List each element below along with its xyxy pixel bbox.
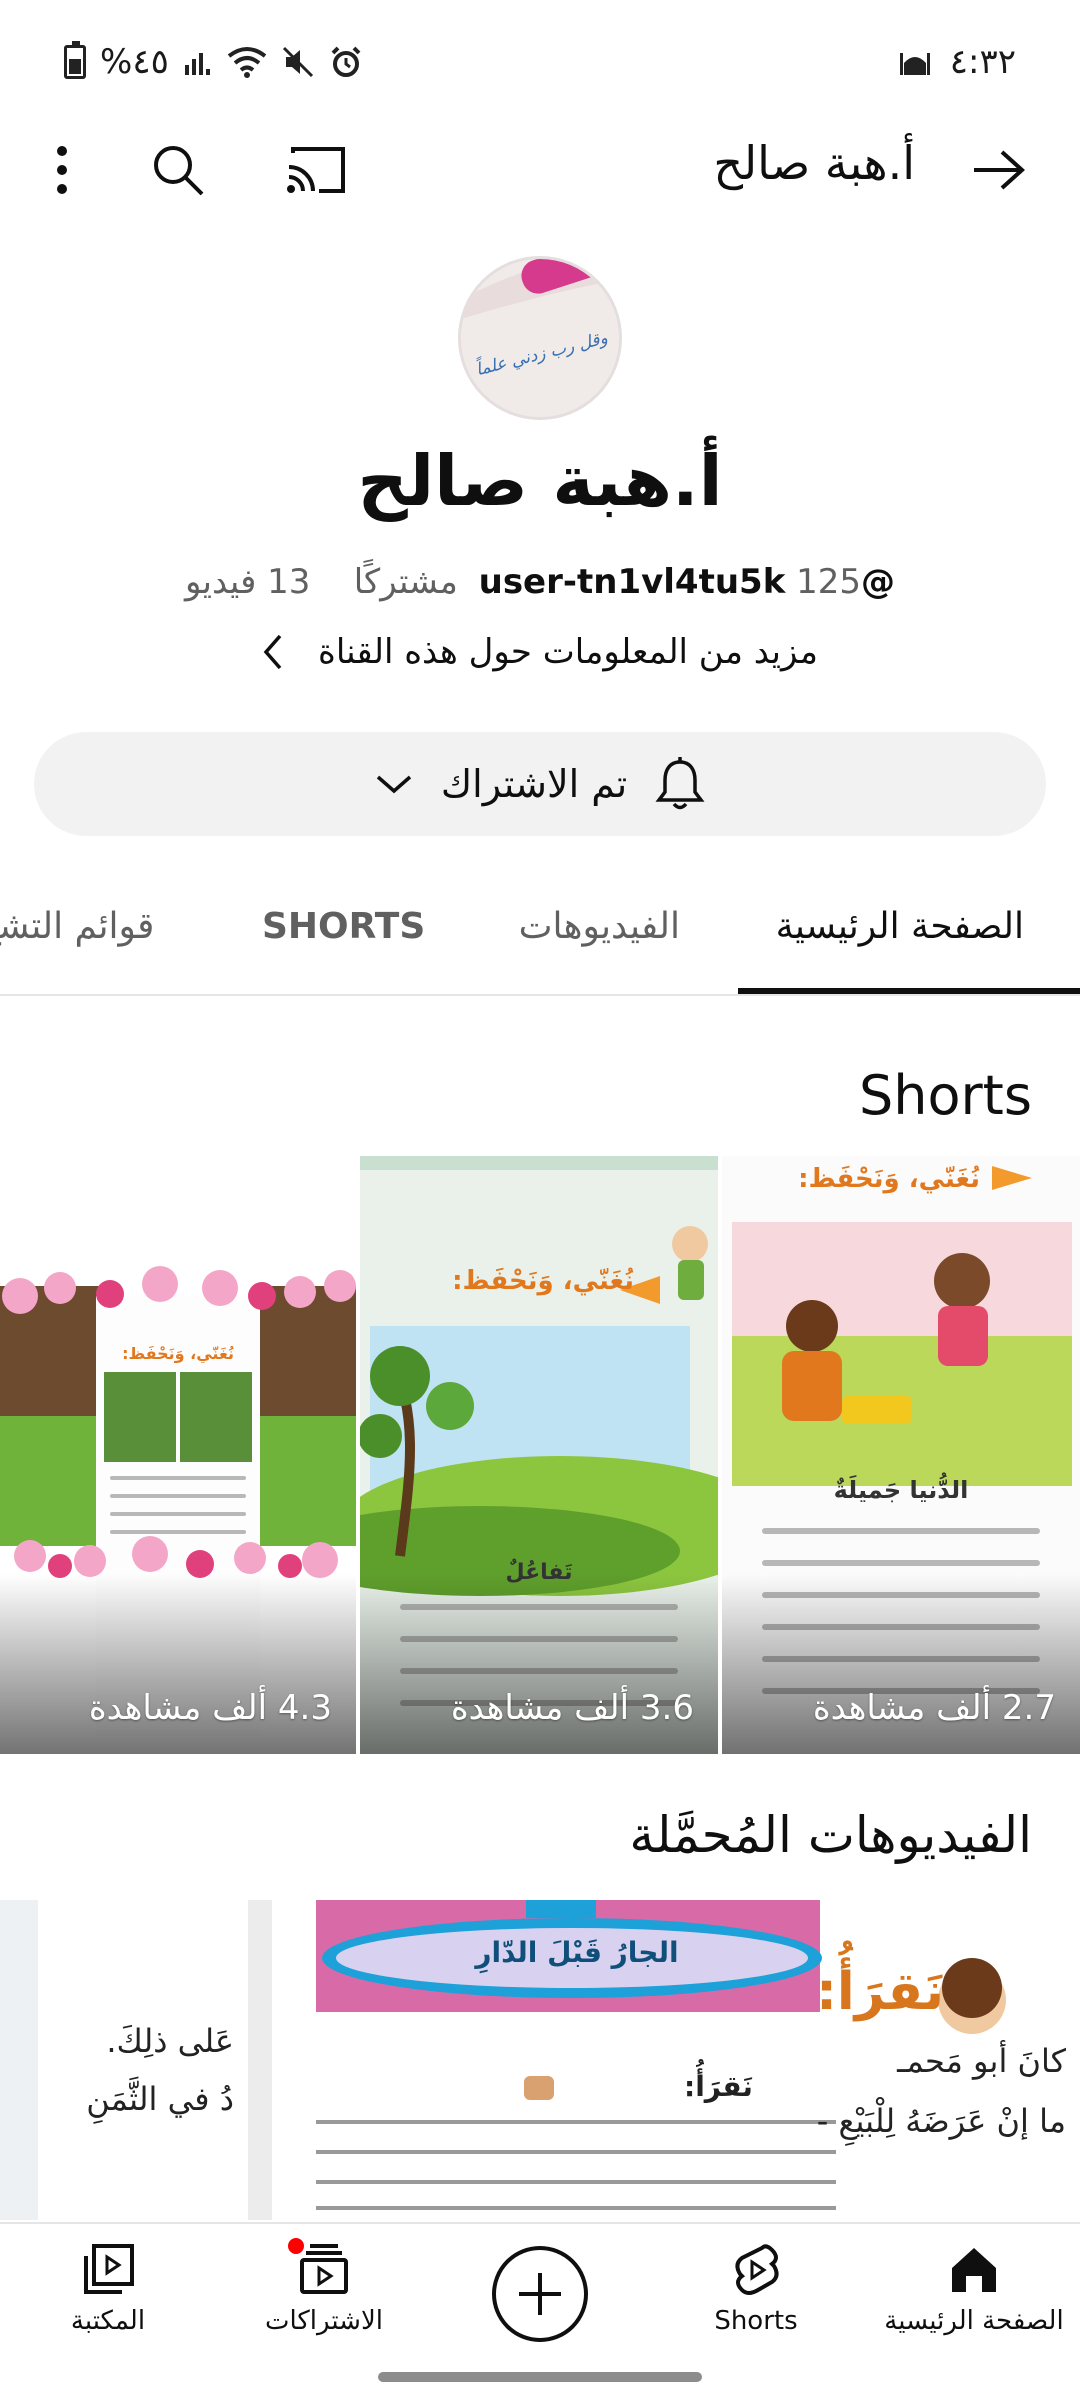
signal-icon — [184, 53, 210, 75]
wifi-icon — [227, 47, 267, 78]
channel-name: أ.هبة صالح — [357, 440, 723, 522]
active-tab-indicator — [738, 988, 1080, 994]
battery-percentage: %٤٥ — [100, 42, 169, 82]
search-icon — [154, 146, 204, 196]
arrow-forward-icon — [974, 150, 1025, 190]
short-card[interactable]: نُغَنّي، وَنَحْفَظ: 4.3 ألف مشاهدة — [0, 1156, 356, 1754]
create-icon — [519, 2273, 561, 2315]
video-banner-text: الجارُ قَبْلَ الدّارِ — [475, 1936, 679, 1969]
video-side-text: عَلى ذلِكَ. — [106, 2022, 234, 2060]
more-vert-icon — [57, 146, 67, 194]
video-heading: نَقرَأُ: — [816, 1962, 944, 2022]
library-icon — [84, 2244, 134, 2294]
nav-shorts-label: Shorts — [714, 2306, 798, 2336]
alarm-icon — [331, 46, 361, 77]
avatar-image: وقل رب زدني علماً — [461, 259, 619, 417]
bell-icon — [655, 757, 705, 810]
downloaded-videos-shelf: عَلى ذلِكَ. دُ في الثَّمَنِ الجارُ قَبْل… — [0, 1900, 1080, 2220]
video-text-line: كانَ أبو مَحمـ — [897, 2042, 1066, 2080]
search-button[interactable] — [138, 130, 218, 210]
nav-shorts[interactable]: Shorts — [656, 2242, 856, 2336]
home-icon — [952, 2248, 996, 2292]
battery-icon — [64, 41, 86, 79]
video-text-line: ما إنْ عَرَضَهُ لِلْبَيْعِ - — [816, 2102, 1066, 2140]
clock: ٤:٣٢ — [949, 42, 1016, 82]
nav-subscriptions[interactable]: الاشتراكات — [224, 2236, 424, 2336]
downloads-section-title: الفيديوهات المُحمَّلة — [629, 1806, 1032, 1864]
mosque-notification-icon — [899, 53, 930, 75]
downloaded-video-card[interactable]: عَلى ذلِكَ. دُ في الثَّمَنِ — [0, 1900, 248, 2220]
video-count: 13 فيديو — [184, 562, 311, 602]
more-options-button[interactable] — [22, 130, 102, 210]
channel-avatar[interactable]: وقل رب زدني علماً — [458, 256, 622, 420]
home-indicator[interactable] — [378, 2372, 702, 2382]
channel-meta: @user-tn1vl4tu5k 125 مشتركًا 13 فيديو — [0, 562, 1080, 602]
short-card[interactable]: نُغَنّي، وَنَحْفَظ: الدُّنيا جَميلَةٌ 2.… — [722, 1156, 1080, 1754]
short-page-heading: نُغَنّي، وَنَحْفَظ: — [798, 1164, 980, 1194]
cast-button[interactable] — [276, 130, 356, 210]
short-page-heading: نُغَنّي، وَنَحْفَظ: — [452, 1266, 634, 1296]
short-views: 3.6 ألف مشاهدة — [450, 1688, 694, 1728]
shorts-shelf: نُغَنّي، وَنَحْفَظ: الدُّنيا جَميلَةٌ 2.… — [0, 1156, 1080, 1754]
downloaded-video-card[interactable]: الجارُ قَبْلَ الدّارِ نَقرَأُ: نَقرَأُ: … — [272, 1900, 1080, 2220]
short-poem-title: الدُّنيا جَميلَةٌ — [833, 1476, 969, 1504]
more-info-text: مزيد من المعلومات حول هذه القناة — [318, 632, 818, 672]
status-bar: %٤٥ ٤:٣٢ — [0, 0, 1080, 120]
cast-icon — [287, 147, 345, 193]
tab-playlists[interactable]: قوائم التشغ — [0, 906, 154, 947]
chevron-left-icon — [263, 634, 282, 670]
shorts-section-title: Shorts — [858, 1064, 1032, 1127]
short-page-heading: نُغَنّي، وَنَحْفَظ: — [122, 1344, 234, 1363]
video-inner-heading: نَقرَأُ: — [684, 2070, 753, 2103]
poem-text-lines — [110, 1476, 246, 1548]
channel-tabs: الصفحة الرئيسية الفيديوهات SHORTS قوائم … — [0, 880, 1080, 996]
tab-videos[interactable]: الفيديوهات — [519, 906, 680, 947]
mute-icon — [282, 46, 313, 78]
nav-subscriptions-label: الاشتراكات — [264, 2306, 384, 2336]
status-right: ٤:٣٢ — [898, 40, 1016, 84]
tab-shorts[interactable]: SHORTS — [262, 906, 425, 947]
nav-library[interactable]: المكتبة — [8, 2242, 208, 2336]
shorts-icon — [735, 2244, 779, 2295]
create-button[interactable] — [492, 2246, 588, 2342]
tab-home[interactable]: الصفحة الرئيسية — [776, 906, 1024, 947]
nav-home-label: الصفحة الرئيسية — [884, 2306, 1064, 2336]
more-info-link[interactable]: مزيد من المعلومات حول هذه القناة — [0, 632, 1080, 672]
short-views: 2.7 ألف مشاهدة — [812, 1688, 1056, 1728]
back-button[interactable] — [958, 130, 1038, 210]
chevron-down-icon — [376, 775, 411, 794]
notification-badge — [286, 2236, 306, 2256]
nav-home[interactable]: الصفحة الرئيسية — [874, 2242, 1074, 2336]
short-views: 4.3 ألف مشاهدة — [88, 1688, 332, 1728]
status-icons: %٤٥ — [64, 40, 363, 84]
subscribed-label: تم الاشتراك — [440, 762, 628, 806]
app-bar: أ.هبة صالح — [0, 110, 1080, 230]
nav-library-label: المكتبة — [70, 2306, 146, 2336]
video-side-text: دُ في الثَّمَنِ — [86, 2080, 234, 2118]
subscribed-button[interactable]: تم الاشتراك — [34, 732, 1046, 836]
app-bar-title: أ.هبة صالح — [713, 136, 915, 190]
short-card[interactable]: نُغَنّي، وَنَحْفَظ: تَفاعُلٌ 3.6 ألف مشا… — [360, 1156, 718, 1754]
